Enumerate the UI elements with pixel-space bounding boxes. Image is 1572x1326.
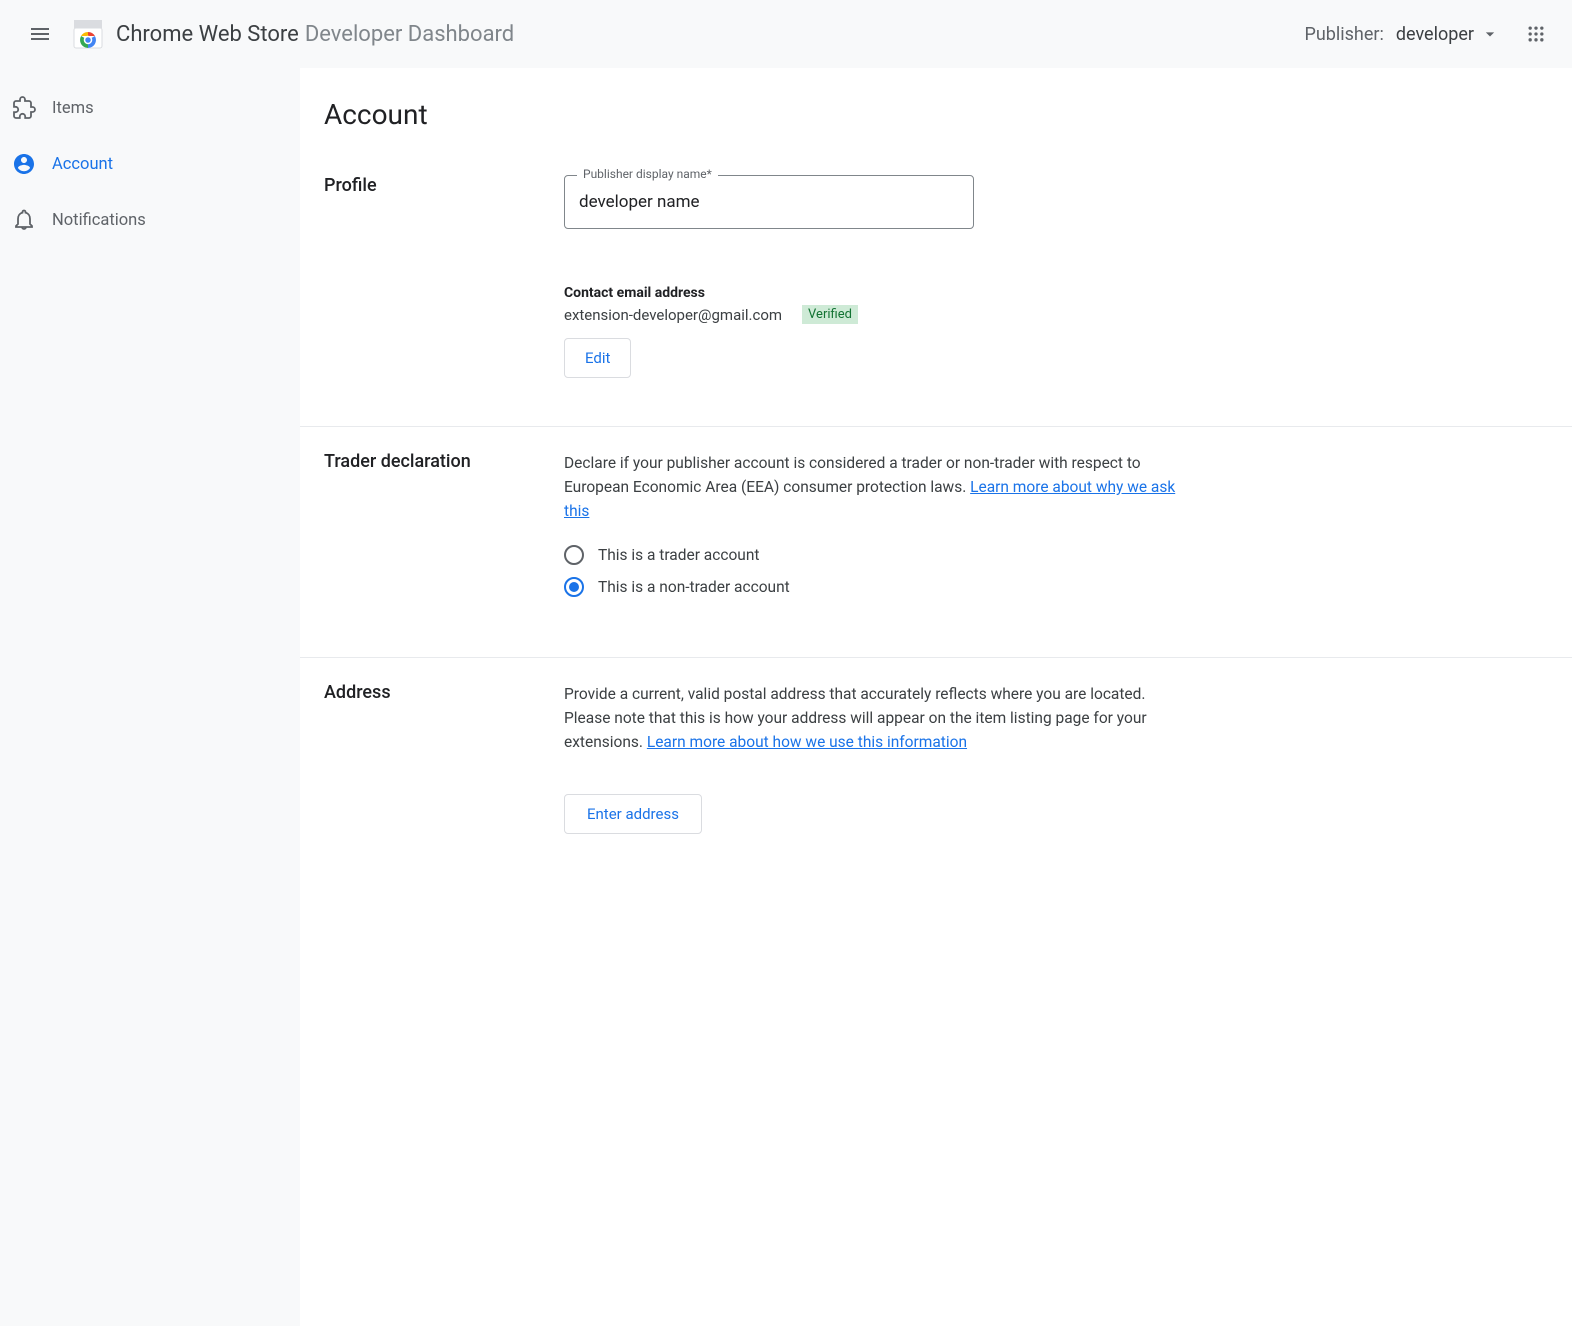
app-title-sub: Developer Dashboard bbox=[305, 22, 514, 47]
trader-radio-group: This is a trader account This is a non-t… bbox=[564, 545, 1184, 597]
sidebar-item-account[interactable]: Account bbox=[0, 136, 288, 192]
display-name-field[interactable]: Publisher display name* bbox=[564, 175, 974, 229]
profile-section: Profile Publisher display name* Contact … bbox=[300, 151, 1572, 427]
page-title: Account bbox=[300, 68, 1572, 151]
main-content: Account Profile Publisher display name* … bbox=[300, 68, 1572, 1326]
apps-grid-icon[interactable] bbox=[1516, 14, 1556, 54]
email-label: Contact email address bbox=[564, 285, 1184, 301]
menu-icon[interactable] bbox=[16, 10, 64, 58]
trader-radio-option[interactable]: This is a trader account bbox=[564, 545, 1184, 565]
display-name-input[interactable] bbox=[579, 192, 959, 212]
address-description: Provide a current, valid postal address … bbox=[564, 682, 1184, 754]
display-name-label: Publisher display name* bbox=[577, 167, 718, 181]
radio-label: This is a non-trader account bbox=[598, 578, 790, 596]
enter-address-button[interactable]: Enter address bbox=[564, 794, 702, 834]
chrome-web-store-logo-icon bbox=[72, 18, 104, 50]
publisher-dropdown[interactable]: developer bbox=[1396, 24, 1500, 45]
sidebar-item-notifications[interactable]: Notifications bbox=[0, 192, 288, 248]
extension-icon bbox=[12, 96, 36, 120]
trader-section: Trader declaration Declare if your publi… bbox=[300, 427, 1572, 658]
radio-icon bbox=[564, 545, 584, 565]
edit-email-button[interactable]: Edit bbox=[564, 338, 631, 378]
app-title-main: Chrome Web Store bbox=[116, 22, 299, 47]
address-learn-more-link[interactable]: Learn more about how we use this informa… bbox=[647, 733, 967, 751]
sidebar-item-label: Notifications bbox=[52, 211, 146, 230]
verified-badge: Verified bbox=[802, 305, 858, 324]
email-value: extension-developer@gmail.com bbox=[564, 306, 782, 324]
sidebar-item-label: Account bbox=[52, 155, 113, 174]
address-section: Address Provide a current, valid postal … bbox=[300, 658, 1572, 882]
header: Chrome Web Store Developer Dashboard Pub… bbox=[0, 0, 1572, 68]
radio-label: This is a trader account bbox=[598, 546, 759, 564]
trader-description: Declare if your publisher account is con… bbox=[564, 451, 1184, 523]
non-trader-radio-option[interactable]: This is a non-trader account bbox=[564, 577, 1184, 597]
publisher-value: developer bbox=[1396, 24, 1474, 45]
radio-icon bbox=[564, 577, 584, 597]
sidebar-item-label: Items bbox=[52, 99, 94, 118]
profile-section-title: Profile bbox=[324, 175, 564, 196]
trader-section-title: Trader declaration bbox=[324, 451, 564, 472]
sidebar-item-items[interactable]: Items bbox=[0, 80, 288, 136]
sidebar: Items Account Notifications bbox=[0, 68, 300, 1326]
chevron-down-icon bbox=[1480, 24, 1500, 44]
address-section-title: Address bbox=[324, 682, 564, 703]
bell-icon bbox=[12, 208, 36, 232]
account-circle-icon bbox=[12, 152, 36, 176]
publisher-label: Publisher: bbox=[1305, 24, 1384, 45]
